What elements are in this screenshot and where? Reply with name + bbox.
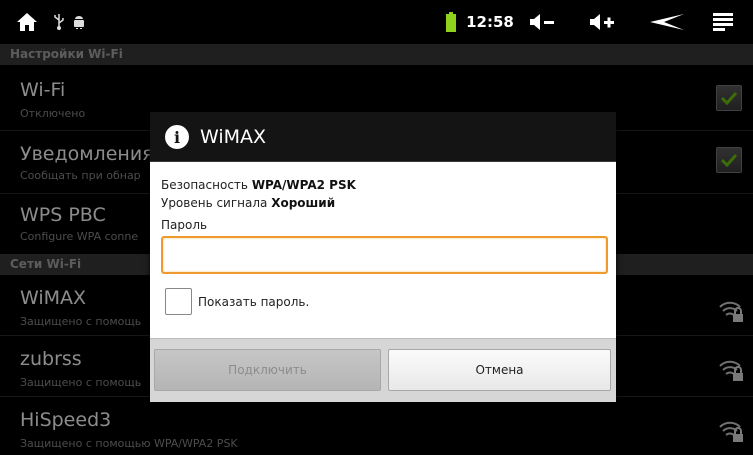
network-dialog: i WiMAX Безопасность WPA/WPA2 PSK Уровен…: [150, 112, 616, 402]
signal-label: Уровень сигнала: [161, 196, 268, 210]
back-icon[interactable]: [648, 0, 686, 44]
volume-up-icon[interactable]: [588, 0, 618, 44]
security-line: Безопасность WPA/WPA2 PSK: [161, 178, 356, 192]
show-password-label[interactable]: Показать пароль.: [198, 295, 309, 309]
security-label: Безопасность: [161, 178, 248, 192]
clock: 12:58: [466, 13, 514, 31]
dialog-header: i WiMAX: [150, 112, 616, 162]
volume-down-icon[interactable]: [528, 0, 558, 44]
status-bar: 12:58: [0, 0, 753, 44]
cancel-button[interactable]: Отмена: [388, 349, 611, 391]
battery-icon: [444, 0, 458, 44]
connect-button[interactable]: Подключить: [154, 349, 381, 391]
home-icon[interactable]: [12, 0, 42, 44]
show-password-checkbox[interactable]: [165, 288, 192, 315]
security-value: WPA/WPA2 PSK: [251, 178, 356, 192]
android-debug-icon: [70, 0, 88, 44]
signal-value: Хороший: [271, 196, 336, 210]
signal-line: Уровень сигнала Хороший: [161, 196, 335, 210]
dialog-buttons: Подключить Отмена: [150, 338, 616, 402]
usb-icon: [50, 0, 68, 44]
info-icon: i: [165, 125, 189, 149]
dialog-title: WiMAX: [200, 126, 267, 148]
password-label: Пароль: [161, 218, 208, 232]
menu-icon[interactable]: [708, 0, 738, 44]
password-input[interactable]: [161, 236, 608, 274]
